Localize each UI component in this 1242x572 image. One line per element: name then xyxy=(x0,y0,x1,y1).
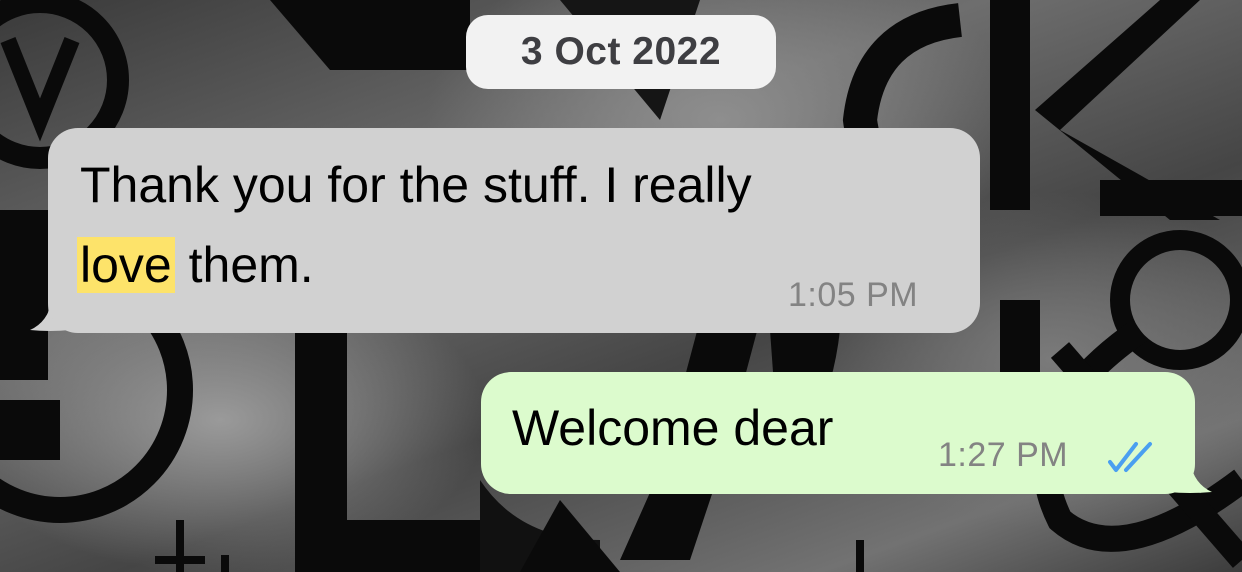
date-separator-chip: 3 Oct 2022 xyxy=(466,15,776,89)
incoming-message-line-2-rest: them. xyxy=(174,237,314,293)
incoming-message-time: 1:05 PM xyxy=(788,276,919,314)
date-label: 3 Oct 2022 xyxy=(520,30,722,73)
outgoing-message-text: Welcome dear xyxy=(512,400,834,456)
outgoing-message-time: 1:27 PM xyxy=(938,436,1069,474)
incoming-message-text: Thank you for the stuff. I really love t… xyxy=(77,145,752,305)
search-highlight: love xyxy=(77,237,175,293)
double-check-read-icon xyxy=(1108,442,1152,472)
incoming-message-line-1: Thank you for the stuff. I really xyxy=(80,157,752,213)
incoming-message-line-2: love them. xyxy=(77,225,752,305)
